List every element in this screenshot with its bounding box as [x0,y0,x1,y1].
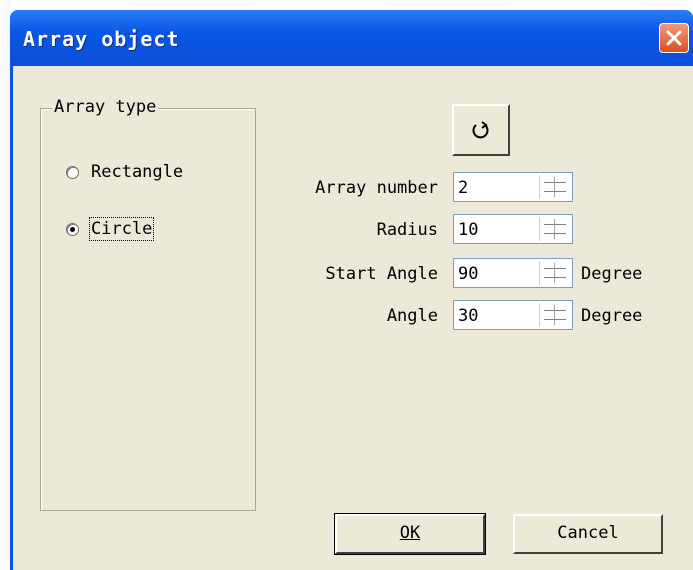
dialog-title: Array object [23,27,180,51]
spin-divider [554,219,555,239]
array-number-field[interactable]: 2 [453,172,573,202]
radius-field[interactable]: 10 [453,214,573,244]
radius-spinner[interactable] [539,217,570,241]
start-angle-field[interactable]: 90 [453,258,573,288]
array-number-value[interactable]: 2 [458,178,468,198]
rotate-clockwise-icon [472,121,489,139]
array-type-group: Array type Rectangle Circle [40,97,256,511]
ok-button[interactable]: OK [334,513,486,555]
ok-button-label[interactable]: OK [400,523,420,543]
radio-rectangle-indicator[interactable] [66,165,79,179]
spin-up-icon[interactable] [544,182,566,183]
array-type-legend: Array type [52,97,159,117]
spin-down-icon[interactable] [544,319,566,320]
spin-divider [554,263,555,283]
array-number-spinner[interactable] [539,175,570,199]
radio-circle-label[interactable]: Circle [88,217,155,241]
start-angle-unit: Degree [581,264,643,284]
close-button[interactable] [659,23,689,53]
array-object-dialog: Array object Array type Rectangle Circle [10,10,693,570]
angle-unit: Degree [581,306,643,326]
radio-circle[interactable]: Circle [66,217,155,241]
spin-down-icon[interactable] [544,191,566,192]
spin-up-icon[interactable] [544,268,566,269]
close-x-icon [666,30,682,46]
spin-up-icon[interactable] [544,224,566,225]
angle-label: Angle [386,306,438,326]
spin-down-icon[interactable] [544,277,566,278]
background-edge [0,0,10,560]
start-angle-spinner[interactable] [539,261,570,285]
radio-circle-indicator[interactable] [66,222,79,236]
start-angle-value[interactable]: 90 [458,264,478,284]
angle-spinner[interactable] [539,303,570,327]
dialog-client-area: Array type Rectangle Circle Array number… [13,66,693,570]
radius-label: Radius [376,220,438,240]
cancel-button[interactable]: Cancel [513,514,663,554]
spin-divider [554,177,555,197]
spin-up-icon[interactable] [544,310,566,311]
spin-divider [554,305,555,325]
cancel-button-label[interactable]: Cancel [557,523,618,543]
radius-value[interactable]: 10 [458,220,478,240]
title-bar[interactable]: Array object [10,10,693,66]
start-angle-label: Start Angle [325,264,438,284]
spin-down-icon[interactable] [544,233,566,234]
array-number-label: Array number [315,178,438,198]
radio-rectangle-label[interactable]: Rectangle [91,162,183,182]
angle-value[interactable]: 30 [458,306,478,326]
angle-field[interactable]: 30 [453,300,573,330]
rotate-button[interactable] [452,104,510,156]
radio-rectangle[interactable]: Rectangle [66,160,183,184]
